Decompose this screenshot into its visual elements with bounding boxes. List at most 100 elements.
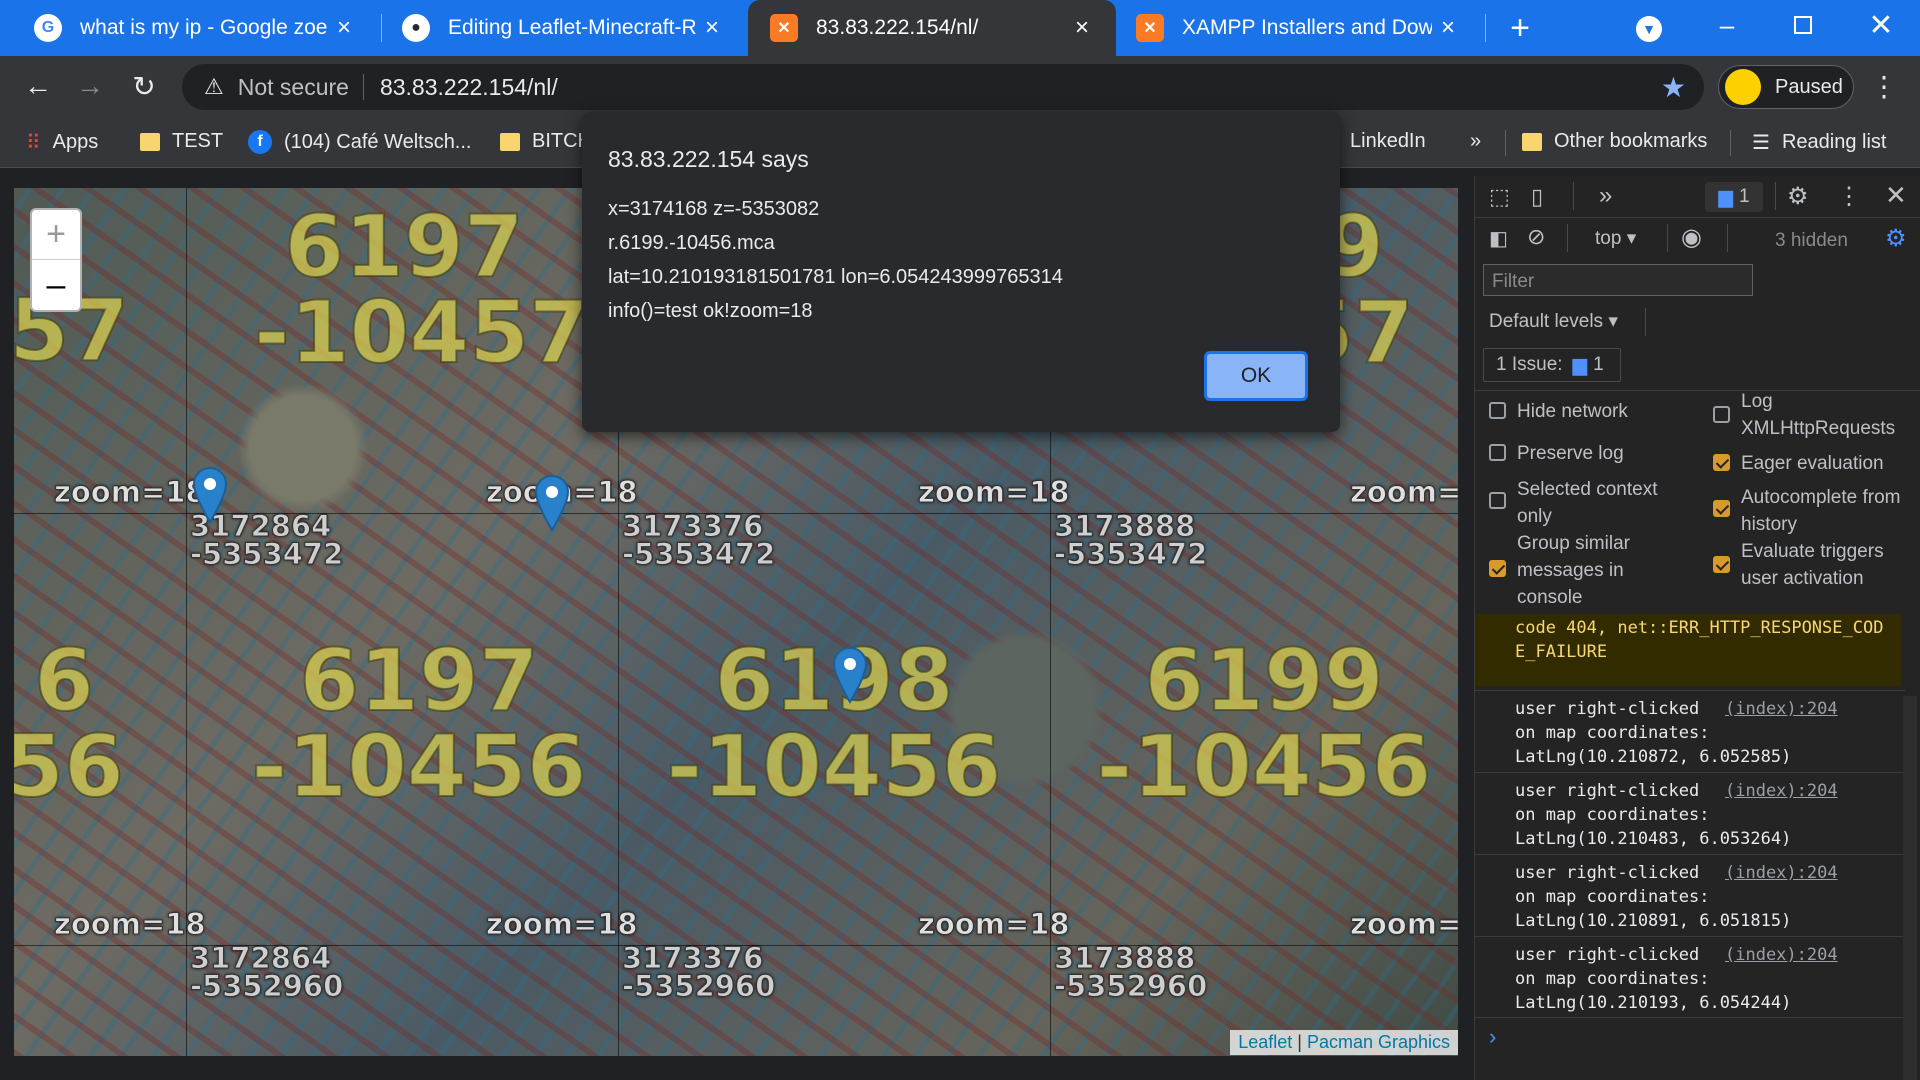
close-icon[interactable]: ×	[1066, 14, 1098, 42]
eager-evaluation-checkbox[interactable]	[1713, 454, 1730, 471]
source-link[interactable]: (index):204	[1725, 697, 1838, 721]
console-scrollbar[interactable]	[1903, 696, 1917, 1080]
close-icon[interactable]: ×	[696, 14, 728, 42]
devtools-close-icon[interactable]: ✕	[1885, 180, 1907, 211]
issues-count: 1	[1593, 354, 1604, 375]
reload-icon[interactable]: ↻	[124, 66, 164, 106]
sidebar-toggle-icon[interactable]: ◧	[1489, 226, 1508, 251]
message-icon: ▆	[1718, 186, 1734, 208]
map-marker-icon[interactable]	[192, 466, 228, 524]
restore-icon[interactable]	[1794, 16, 1812, 34]
leaflet-link[interactable]: Leaflet	[1238, 1032, 1292, 1052]
log-levels-dropdown[interactable]: Default levels ▾	[1489, 310, 1618, 333]
window-close-icon[interactable]: ✕	[1866, 8, 1896, 43]
context-label: top	[1595, 228, 1622, 249]
console-prompt[interactable]: ›	[1489, 1024, 1496, 1050]
source-link[interactable]: (index):204	[1725, 779, 1838, 803]
autocomplete-history-checkbox[interactable]	[1713, 500, 1730, 517]
source-link[interactable]: (index):204	[1725, 943, 1838, 967]
zoom-level-label: zoom=18	[918, 907, 1071, 941]
hide-network-checkbox[interactable]	[1489, 402, 1506, 419]
reading-list-icon: ☰	[1752, 132, 1770, 154]
tab-google-search[interactable]: G what is my ip - Google zoeken ×	[0, 0, 378, 56]
settings-gear-icon[interactable]: ⚙	[1787, 182, 1809, 211]
tile-coordinate-label: 3173888 -5352960	[1053, 941, 1208, 1003]
option-label: Log XMLHttpRequests	[1741, 391, 1896, 439]
back-icon[interactable]: ←	[18, 66, 58, 106]
option-label: Preserve log	[1517, 443, 1624, 464]
other-bookmarks[interactable]: Other bookmarks	[1522, 130, 1707, 153]
console-settings-icon[interactable]: ⚙	[1885, 224, 1907, 253]
security-label[interactable]: Not secure	[238, 74, 349, 101]
bookmark-label: Other bookmarks	[1554, 130, 1708, 152]
close-icon[interactable]: ×	[328, 14, 360, 42]
console-log-message: user right-clicked on map coordinates: L…	[1475, 854, 1905, 936]
bookmark-bitch[interactable]: BITCH	[500, 130, 592, 153]
close-icon[interactable]: ×	[1432, 14, 1464, 42]
devtools-menu-icon[interactable]: ⋮	[1837, 182, 1861, 211]
zoom-out-button[interactable]: –	[32, 260, 80, 310]
message-line: user right-clicked	[1515, 699, 1700, 719]
menu-kebab-icon[interactable]: ⋮	[1864, 66, 1904, 106]
message-line: on map coordinates:	[1515, 969, 1710, 989]
console-log-message: user right-clicked on map coordinates: L…	[1475, 772, 1905, 854]
source-link[interactable]: (index):204	[1725, 861, 1838, 885]
url-text[interactable]: 83.83.222.154/nl/	[380, 74, 558, 101]
tab-search-icon[interactable]: ▼	[1636, 16, 1662, 42]
tab-github-editing[interactable]: ● Editing Leaflet-Minecraft-Regions ×	[382, 0, 746, 56]
group-similar-checkbox[interactable]	[1489, 560, 1506, 577]
device-toolbar-icon[interactable]: ▯	[1531, 184, 1543, 210]
console-toolbar: ◧ ⊘ top ▾ ◉ 3 hidden ⚙	[1475, 218, 1920, 258]
zoom-in-button[interactable]: +	[32, 210, 80, 260]
tab-current-page[interactable]: ✕ 83.83.222.154/nl/ ×	[748, 0, 1116, 56]
xampp-icon: ✕	[1136, 14, 1164, 42]
console-log-message: user right-clicked on map coordinates: L…	[1475, 690, 1905, 772]
tab-title: what is my ip - Google zoeken	[80, 16, 328, 39]
bookmark-linkedin[interactable]: LinkedIn	[1350, 130, 1426, 153]
preserve-log-checkbox[interactable]	[1489, 444, 1506, 461]
github-icon: ●	[402, 14, 430, 42]
option-label: Group similar messages in console	[1517, 533, 1630, 608]
dialog-title: 83.83.222.154 says	[608, 146, 809, 172]
more-tabs-icon[interactable]: »	[1599, 182, 1612, 210]
tab-xampp[interactable]: ✕ XAMPP Installers and Downloads ×	[1118, 0, 1482, 56]
issues-counter-button[interactable]: ▆ 1	[1705, 182, 1763, 212]
new-tab-button[interactable]: +	[1500, 8, 1540, 48]
bookmark-label: Apps	[52, 131, 99, 153]
map-marker-icon[interactable]	[534, 474, 570, 532]
map-attribution: Leaflet | Pacman Graphics	[1230, 1030, 1458, 1055]
bookmark-test[interactable]: TEST	[140, 130, 223, 153]
forward-icon[interactable]: →	[70, 66, 110, 106]
console-filter-input[interactable]: Filter	[1483, 264, 1753, 296]
bookmark-label: TEST	[172, 130, 224, 152]
live-expression-eye-icon[interactable]: ◉	[1681, 223, 1702, 252]
alert-dialog: 83.83.222.154 says x=3174168 z=-5353082 …	[582, 112, 1340, 432]
message-line: on map coordinates:	[1515, 887, 1710, 907]
inspect-element-icon[interactable]: ⬚	[1489, 184, 1510, 210]
ok-button[interactable]: OK	[1204, 351, 1308, 401]
address-bar[interactable]: ⚠ Not secure 83.83.222.154/nl/ ★	[182, 64, 1704, 110]
clear-console-icon[interactable]: ⊘	[1527, 224, 1545, 250]
evaluate-triggers-checkbox[interactable]	[1713, 556, 1730, 573]
region-label: 6197 -10457	[253, 197, 590, 383]
bookmark-apps[interactable]: ⠿ Apps	[26, 130, 98, 155]
region-label: 6197 -10456	[251, 631, 588, 817]
log-xhr-checkbox[interactable]	[1713, 406, 1730, 423]
context-selector[interactable]: top ▾	[1595, 227, 1636, 250]
map-marker-icon[interactable]	[832, 646, 868, 704]
bookmark-star-icon[interactable]: ★	[1661, 71, 1686, 104]
console-log-message: user right-clicked on map coordinates: L…	[1475, 936, 1905, 1018]
zoom-level-label: zoom=18	[486, 907, 639, 941]
reading-list[interactable]: ☰ Reading list	[1752, 130, 1886, 155]
xampp-icon: ✕	[770, 14, 798, 42]
issues-link[interactable]: 1 Issue: ▆ 1	[1483, 348, 1621, 382]
devtools-main-toolbar: ⬚ ▯ » ▆ 1 ⚙ ⋮ ✕	[1475, 176, 1920, 218]
option-label: Selected context only	[1517, 479, 1658, 527]
selected-context-checkbox[interactable]	[1489, 492, 1506, 509]
message-line: user right-clicked	[1515, 945, 1700, 965]
attribution-source-link[interactable]: Pacman Graphics	[1307, 1032, 1450, 1052]
bookmark-cafe[interactable]: f (104) Café Weltsch...	[248, 130, 471, 154]
bookmarks-overflow-button[interactable]: »	[1470, 130, 1481, 153]
minimize-icon[interactable]: –	[1712, 10, 1742, 41]
profile-button[interactable]: Paused	[1718, 65, 1854, 109]
